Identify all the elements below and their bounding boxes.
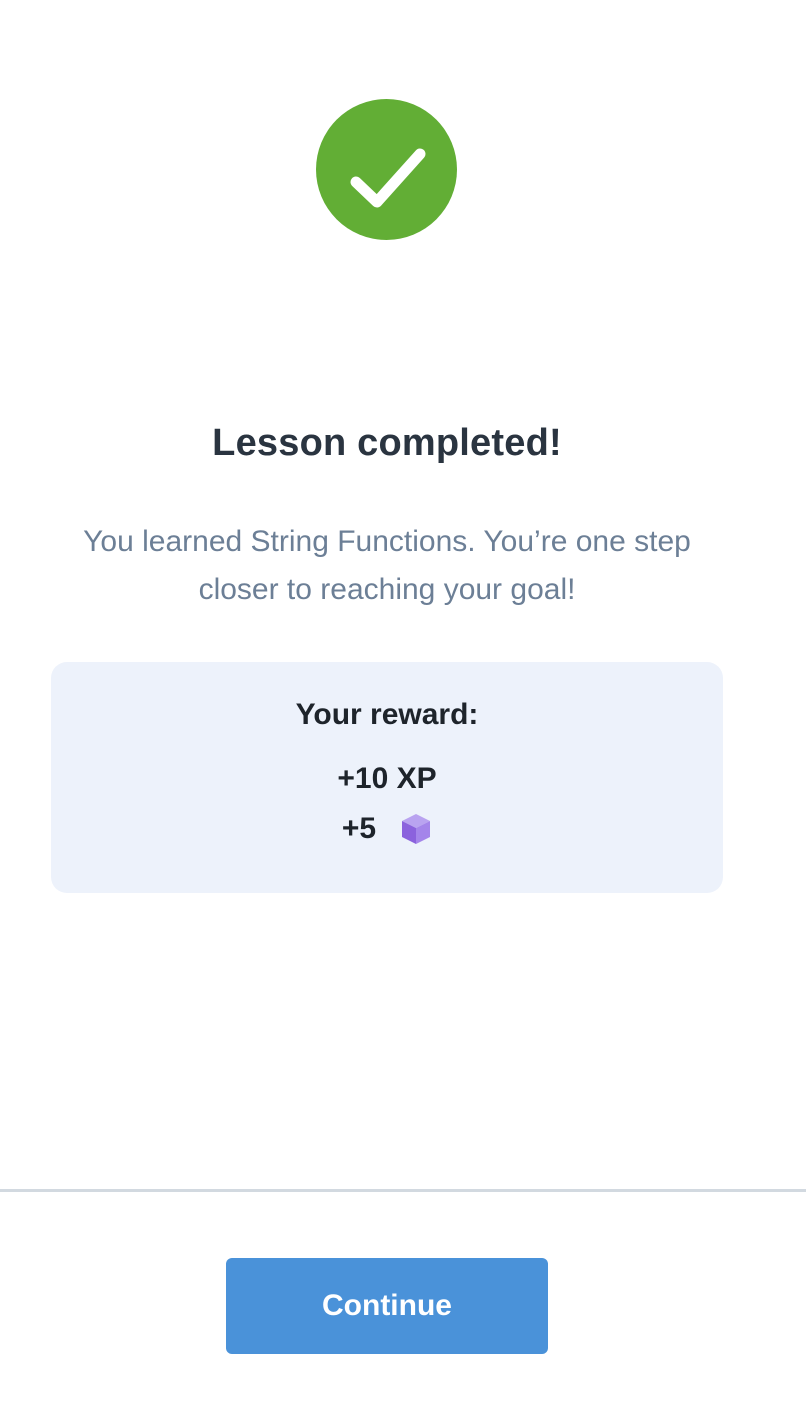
reward-card: Your reward: +10 XP +5 bbox=[51, 662, 723, 893]
footer-divider bbox=[0, 1189, 806, 1192]
reward-heading: Your reward: bbox=[295, 698, 479, 731]
reward-bits-amount: +5 bbox=[341, 812, 377, 845]
lesson-summary-text: You learned String Functions. You’re one… bbox=[83, 525, 691, 606]
reward-xp: +10 XP bbox=[337, 762, 437, 795]
reward-bits: +5 bbox=[51, 812, 723, 846]
page-title: Lesson completed! bbox=[212, 422, 562, 464]
continue-button[interactable]: Continue bbox=[226, 1258, 548, 1354]
purple-cube-icon bbox=[400, 812, 432, 846]
check-circle-icon bbox=[316, 99, 457, 240]
